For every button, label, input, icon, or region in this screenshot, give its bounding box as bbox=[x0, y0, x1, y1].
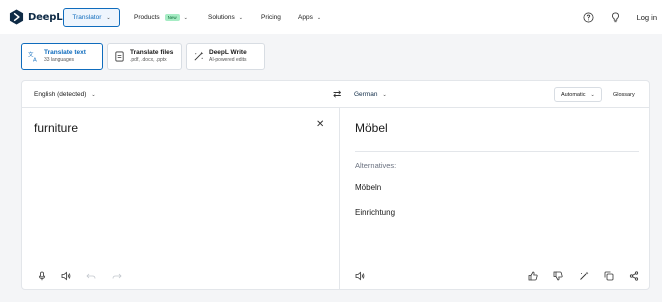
glossary-button[interactable]: Glossary bbox=[610, 87, 638, 102]
panel-divider bbox=[339, 108, 340, 290]
tab-translate-text[interactable]: 文 A Translate text 33 languages bbox=[21, 43, 103, 70]
chevron-down-icon: ⌄ bbox=[91, 91, 96, 98]
deepl-logo-icon bbox=[9, 9, 24, 25]
magic-wand-icon bbox=[194, 51, 204, 61]
thumbs-down-icon[interactable] bbox=[553, 271, 563, 281]
formality-label: Automatic bbox=[561, 91, 586, 98]
alternative-item[interactable]: Einrichtung bbox=[355, 208, 395, 217]
new-badge: New bbox=[164, 14, 180, 21]
translator-label: Translator bbox=[72, 14, 102, 21]
translation-output: Möbel bbox=[355, 121, 388, 135]
microphone-icon[interactable] bbox=[37, 271, 47, 281]
tab-deepl-write-title: DeepL Write bbox=[209, 49, 247, 56]
chevron-down-icon: ⌄ bbox=[238, 14, 243, 21]
source-text-input[interactable]: furniture bbox=[34, 121, 78, 135]
tab-translate-files-title: Translate files bbox=[130, 49, 174, 56]
svg-text:A: A bbox=[33, 58, 37, 62]
tab-deepl-write[interactable]: DeepL Write AI-powered edits bbox=[186, 43, 265, 70]
swap-languages-icon[interactable]: ⇄ bbox=[333, 89, 341, 100]
formality-select[interactable]: Automatic ⌄ bbox=[554, 87, 602, 102]
source-language-label: English (detected) bbox=[34, 91, 87, 98]
copy-icon[interactable] bbox=[604, 271, 614, 281]
glossary-label: Glossary bbox=[613, 91, 635, 98]
speaker-icon[interactable] bbox=[355, 271, 365, 281]
nav-pricing-label: Pricing bbox=[261, 14, 281, 21]
lightbulb-icon[interactable] bbox=[610, 12, 621, 23]
nav-apps[interactable]: Apps ⌄ bbox=[298, 14, 321, 21]
tab-translate-files-subtitle: .pdf, .docx, .pptx bbox=[130, 57, 167, 63]
mode-tabs: 文 A Translate text 33 languages Translat… bbox=[21, 43, 265, 70]
file-icon bbox=[115, 51, 124, 62]
close-icon[interactable]: ✕ bbox=[316, 119, 324, 130]
chevron-down-icon: ⌄ bbox=[590, 91, 595, 98]
chevron-down-icon: ⌄ bbox=[382, 91, 387, 98]
nav-pricing[interactable]: Pricing bbox=[261, 14, 281, 21]
nav-solutions-label: Solutions bbox=[208, 14, 235, 21]
language-bar: English (detected) ⌄ ⇄ German ⌄ Automati… bbox=[22, 81, 649, 108]
chevron-down-icon: ⌄ bbox=[316, 14, 322, 21]
tab-translate-files[interactable]: Translate files .pdf, .docx, .pptx bbox=[107, 43, 182, 70]
magic-wand-icon[interactable] bbox=[579, 271, 589, 281]
translator-button[interactable]: Translator ⌄ bbox=[63, 8, 120, 27]
chevron-down-icon: ⌄ bbox=[183, 14, 188, 21]
share-icon[interactable] bbox=[629, 271, 639, 281]
help-circle-icon[interactable] bbox=[583, 12, 594, 23]
alternative-item[interactable]: Möbeln bbox=[355, 183, 381, 192]
thumbs-up-icon[interactable] bbox=[528, 271, 538, 281]
translation-panel: English (detected) ⌄ ⇄ German ⌄ Automati… bbox=[21, 80, 650, 290]
nav-products[interactable]: Products New ⌄ bbox=[134, 14, 188, 21]
source-language-select[interactable]: English (detected) ⌄ bbox=[34, 91, 96, 98]
top-header: DeepL Translator ⌄ Products New ⌄ Soluti… bbox=[0, 0, 662, 34]
output-divider bbox=[355, 151, 639, 152]
speaker-icon[interactable] bbox=[61, 271, 71, 281]
redo-icon[interactable] bbox=[112, 271, 122, 281]
logo-text: DeepL bbox=[28, 11, 63, 23]
target-language-select[interactable]: German ⌄ bbox=[354, 91, 387, 98]
nav-solutions[interactable]: Solutions ⌄ bbox=[208, 14, 243, 21]
chevron-down-icon: ⌄ bbox=[106, 14, 111, 21]
translate-icon: 文 A bbox=[28, 51, 37, 62]
tab-deepl-write-subtitle: AI-powered edits bbox=[209, 57, 247, 63]
target-language-label: German bbox=[354, 91, 378, 98]
tab-translate-text-title: Translate text bbox=[44, 49, 86, 56]
alternatives-label: Alternatives: bbox=[355, 161, 397, 170]
nav-products-label: Products bbox=[134, 14, 160, 21]
login-link[interactable]: Log in bbox=[637, 13, 657, 22]
tab-translate-text-subtitle: 33 languages bbox=[44, 57, 75, 63]
nav-apps-label: Apps bbox=[298, 14, 313, 21]
deepl-logo[interactable]: DeepL bbox=[9, 9, 63, 25]
undo-icon[interactable] bbox=[86, 271, 96, 281]
